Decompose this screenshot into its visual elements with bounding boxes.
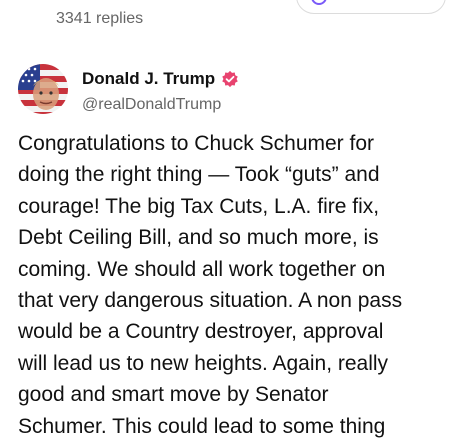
- flag-portrait-avatar-icon: [18, 64, 68, 114]
- reply-count[interactable]: 3341 replies: [56, 10, 143, 28]
- top-right-pill-button[interactable]: [296, 0, 446, 14]
- post-screen: 3341 replies Donald J. Trump @realDonald…: [0, 0, 466, 438]
- verified-badge-icon: [222, 70, 238, 88]
- author-row: Donald J. Trump: [82, 68, 239, 90]
- avatar[interactable]: [18, 64, 68, 114]
- circle-dot-icon: [311, 0, 327, 5]
- post-body-text: Congratulations to Chuck Schumer for doi…: [18, 132, 403, 438]
- author-handle[interactable]: @realDonaldTrump: [82, 96, 221, 114]
- author-display-name[interactable]: Donald J. Trump: [82, 69, 215, 89]
